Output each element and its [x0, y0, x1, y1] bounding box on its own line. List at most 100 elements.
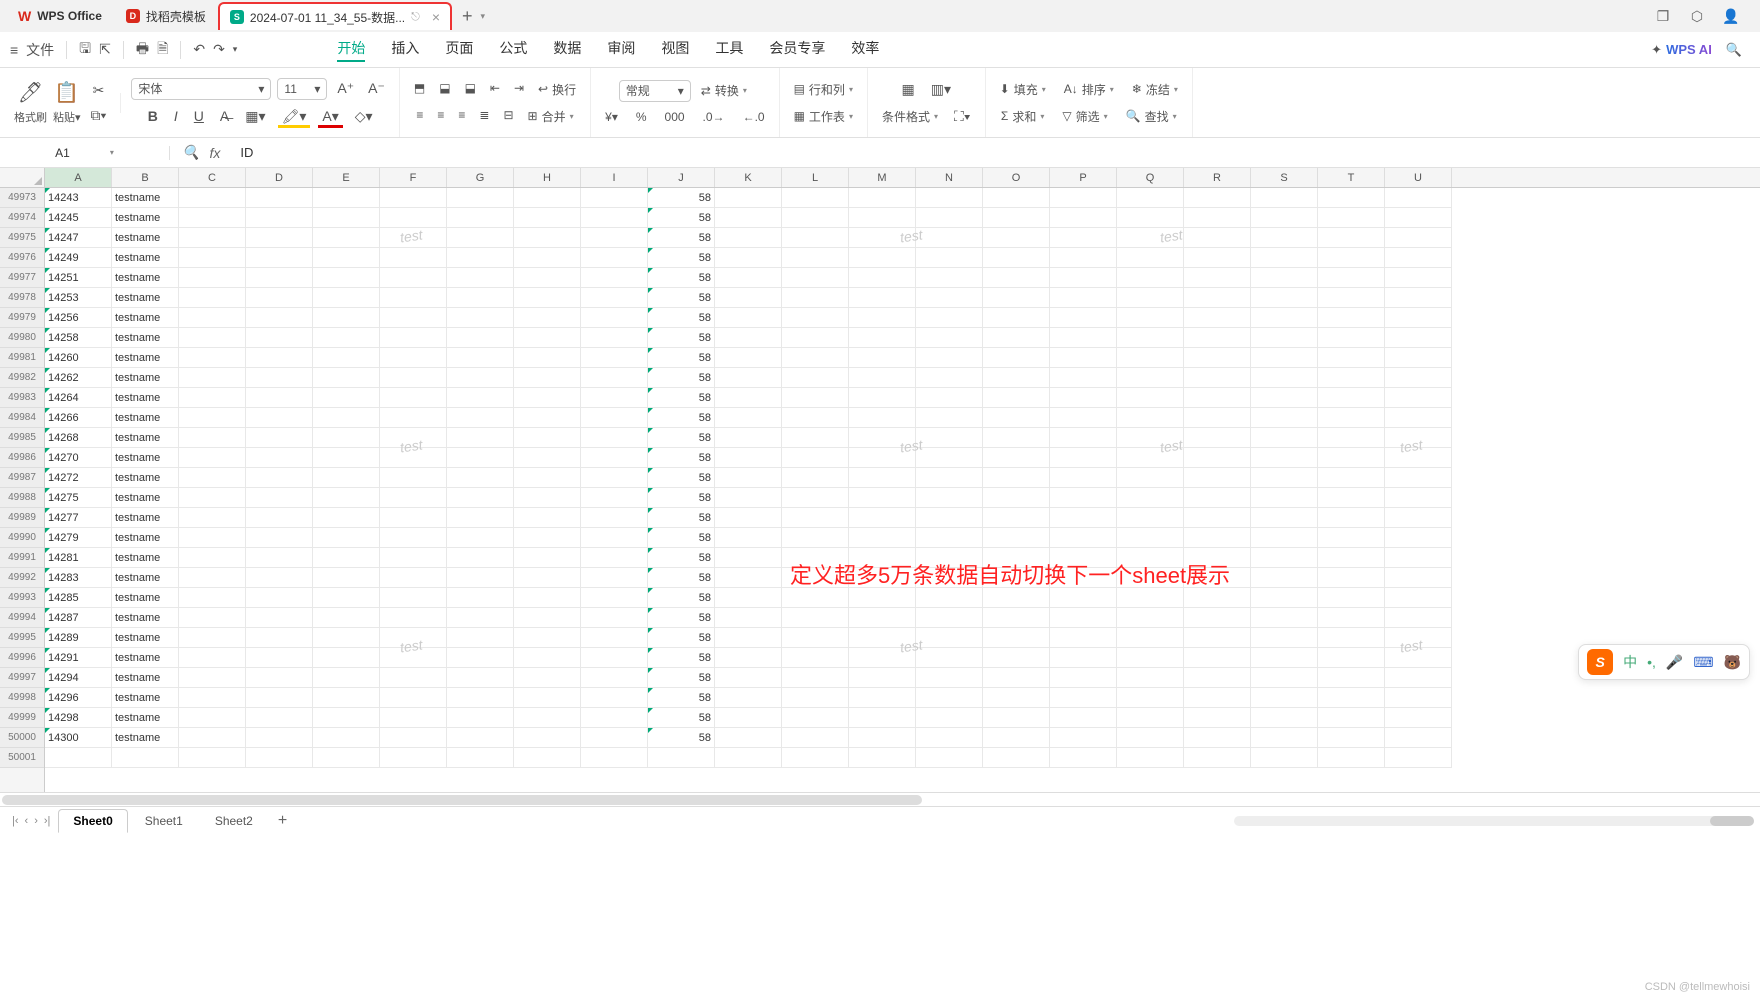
cell[interactable]	[1184, 468, 1251, 488]
cell[interactable]	[380, 568, 447, 588]
cell[interactable]	[1385, 428, 1452, 448]
cell[interactable]: testname	[112, 288, 179, 308]
cell[interactable]	[1117, 428, 1184, 448]
cell[interactable]	[849, 748, 916, 768]
cell[interactable]	[380, 208, 447, 228]
sheet-nav-next-icon[interactable]: ›	[34, 815, 38, 827]
cell[interactable]	[581, 308, 648, 328]
col-header-C[interactable]: C	[179, 168, 246, 187]
copy-icon[interactable]: ❐	[1654, 8, 1672, 25]
cell[interactable]	[916, 288, 983, 308]
new-tab-button[interactable]: +	[454, 6, 481, 27]
cell[interactable]: 58	[648, 448, 715, 468]
cell[interactable]	[983, 548, 1050, 568]
mascot-icon[interactable]: 🐻	[1724, 654, 1741, 671]
cell[interactable]	[916, 748, 983, 768]
cell[interactable]	[983, 248, 1050, 268]
menu-review[interactable]: 审阅	[607, 38, 635, 62]
cell[interactable]	[715, 548, 782, 568]
cell[interactable]	[1318, 568, 1385, 588]
cell[interactable]	[715, 208, 782, 228]
cell[interactable]	[715, 288, 782, 308]
spreadsheet-grid[interactable]: ABCDEFGHIJKLMNOPQRSTU 499734997449975499…	[0, 168, 1760, 792]
cell[interactable]	[380, 628, 447, 648]
cut-icon[interactable]: ✂	[89, 80, 109, 101]
cell[interactable]	[1117, 668, 1184, 688]
sheet-tab-2[interactable]: Sheet2	[200, 809, 268, 833]
cell[interactable]	[447, 568, 514, 588]
cell[interactable]	[514, 408, 581, 428]
col-header-B[interactable]: B	[112, 168, 179, 187]
cell[interactable]	[1318, 508, 1385, 528]
cell[interactable]	[1385, 368, 1452, 388]
cell[interactable]	[1318, 688, 1385, 708]
cell[interactable]	[313, 188, 380, 208]
row-header[interactable]: 49981	[0, 348, 44, 368]
cell[interactable]	[514, 348, 581, 368]
cell[interactable]	[916, 528, 983, 548]
cell[interactable]: 14296	[45, 688, 112, 708]
cell[interactable]: 58	[648, 368, 715, 388]
cell[interactable]: 58	[648, 728, 715, 748]
cell[interactable]	[1385, 488, 1452, 508]
cell[interactable]	[1251, 468, 1318, 488]
sheet-nav-prev-icon[interactable]: ‹	[25, 815, 29, 827]
cell[interactable]: 58	[648, 568, 715, 588]
quick-dropdown-icon[interactable]: ▾	[233, 44, 238, 55]
cell[interactable]: 14272	[45, 468, 112, 488]
sheet-nav-last-icon[interactable]: ›|	[44, 815, 51, 827]
cell[interactable]	[1251, 228, 1318, 248]
menu-tools[interactable]: 工具	[715, 38, 743, 62]
format-painter-button[interactable]: 🖊格式刷	[14, 80, 47, 125]
col-header-I[interactable]: I	[581, 168, 648, 187]
justify-icon[interactable]: ≣	[475, 106, 493, 127]
col-header-D[interactable]: D	[246, 168, 313, 187]
cell[interactable]	[179, 448, 246, 468]
cell[interactable]	[179, 248, 246, 268]
cell[interactable]	[782, 688, 849, 708]
cell[interactable]	[849, 368, 916, 388]
row-header[interactable]: 49995	[0, 628, 44, 648]
cell[interactable]	[246, 508, 313, 528]
menu-insert[interactable]: 插入	[391, 38, 419, 62]
cell[interactable]	[916, 548, 983, 568]
cell[interactable]	[1318, 408, 1385, 428]
cell[interactable]	[1117, 488, 1184, 508]
row-header[interactable]: 49988	[0, 488, 44, 508]
cell[interactable]	[380, 248, 447, 268]
cell[interactable]	[715, 728, 782, 748]
cell[interactable]	[715, 408, 782, 428]
cell[interactable]	[849, 448, 916, 468]
cell[interactable]	[782, 568, 849, 588]
indent-inc-icon[interactable]: ⇥	[510, 79, 528, 100]
cell[interactable]	[1385, 408, 1452, 428]
cell[interactable]	[1117, 708, 1184, 728]
cell[interactable]	[581, 668, 648, 688]
cell[interactable]	[983, 348, 1050, 368]
cell[interactable]: 14277	[45, 508, 112, 528]
cell[interactable]	[983, 588, 1050, 608]
cell[interactable]	[447, 748, 514, 768]
cell[interactable]	[1251, 248, 1318, 268]
cell[interactable]	[313, 708, 380, 728]
cell[interactable]	[313, 528, 380, 548]
cell[interactable]	[715, 308, 782, 328]
cell[interactable]	[849, 308, 916, 328]
cell[interactable]	[179, 528, 246, 548]
cell[interactable]	[447, 628, 514, 648]
cell[interactable]	[849, 508, 916, 528]
cell[interactable]	[514, 688, 581, 708]
cell[interactable]	[715, 368, 782, 388]
cell[interactable]	[1050, 648, 1117, 668]
copy-icon[interactable]: ⧉▾	[87, 105, 111, 126]
cell[interactable]	[313, 728, 380, 748]
cell[interactable]	[1117, 608, 1184, 628]
cell[interactable]	[782, 348, 849, 368]
cell[interactable]	[179, 708, 246, 728]
row-header[interactable]: 49976	[0, 248, 44, 268]
cell[interactable]	[983, 688, 1050, 708]
cell[interactable]	[313, 248, 380, 268]
cell[interactable]	[715, 248, 782, 268]
cell[interactable]	[380, 488, 447, 508]
cell[interactable]	[581, 588, 648, 608]
